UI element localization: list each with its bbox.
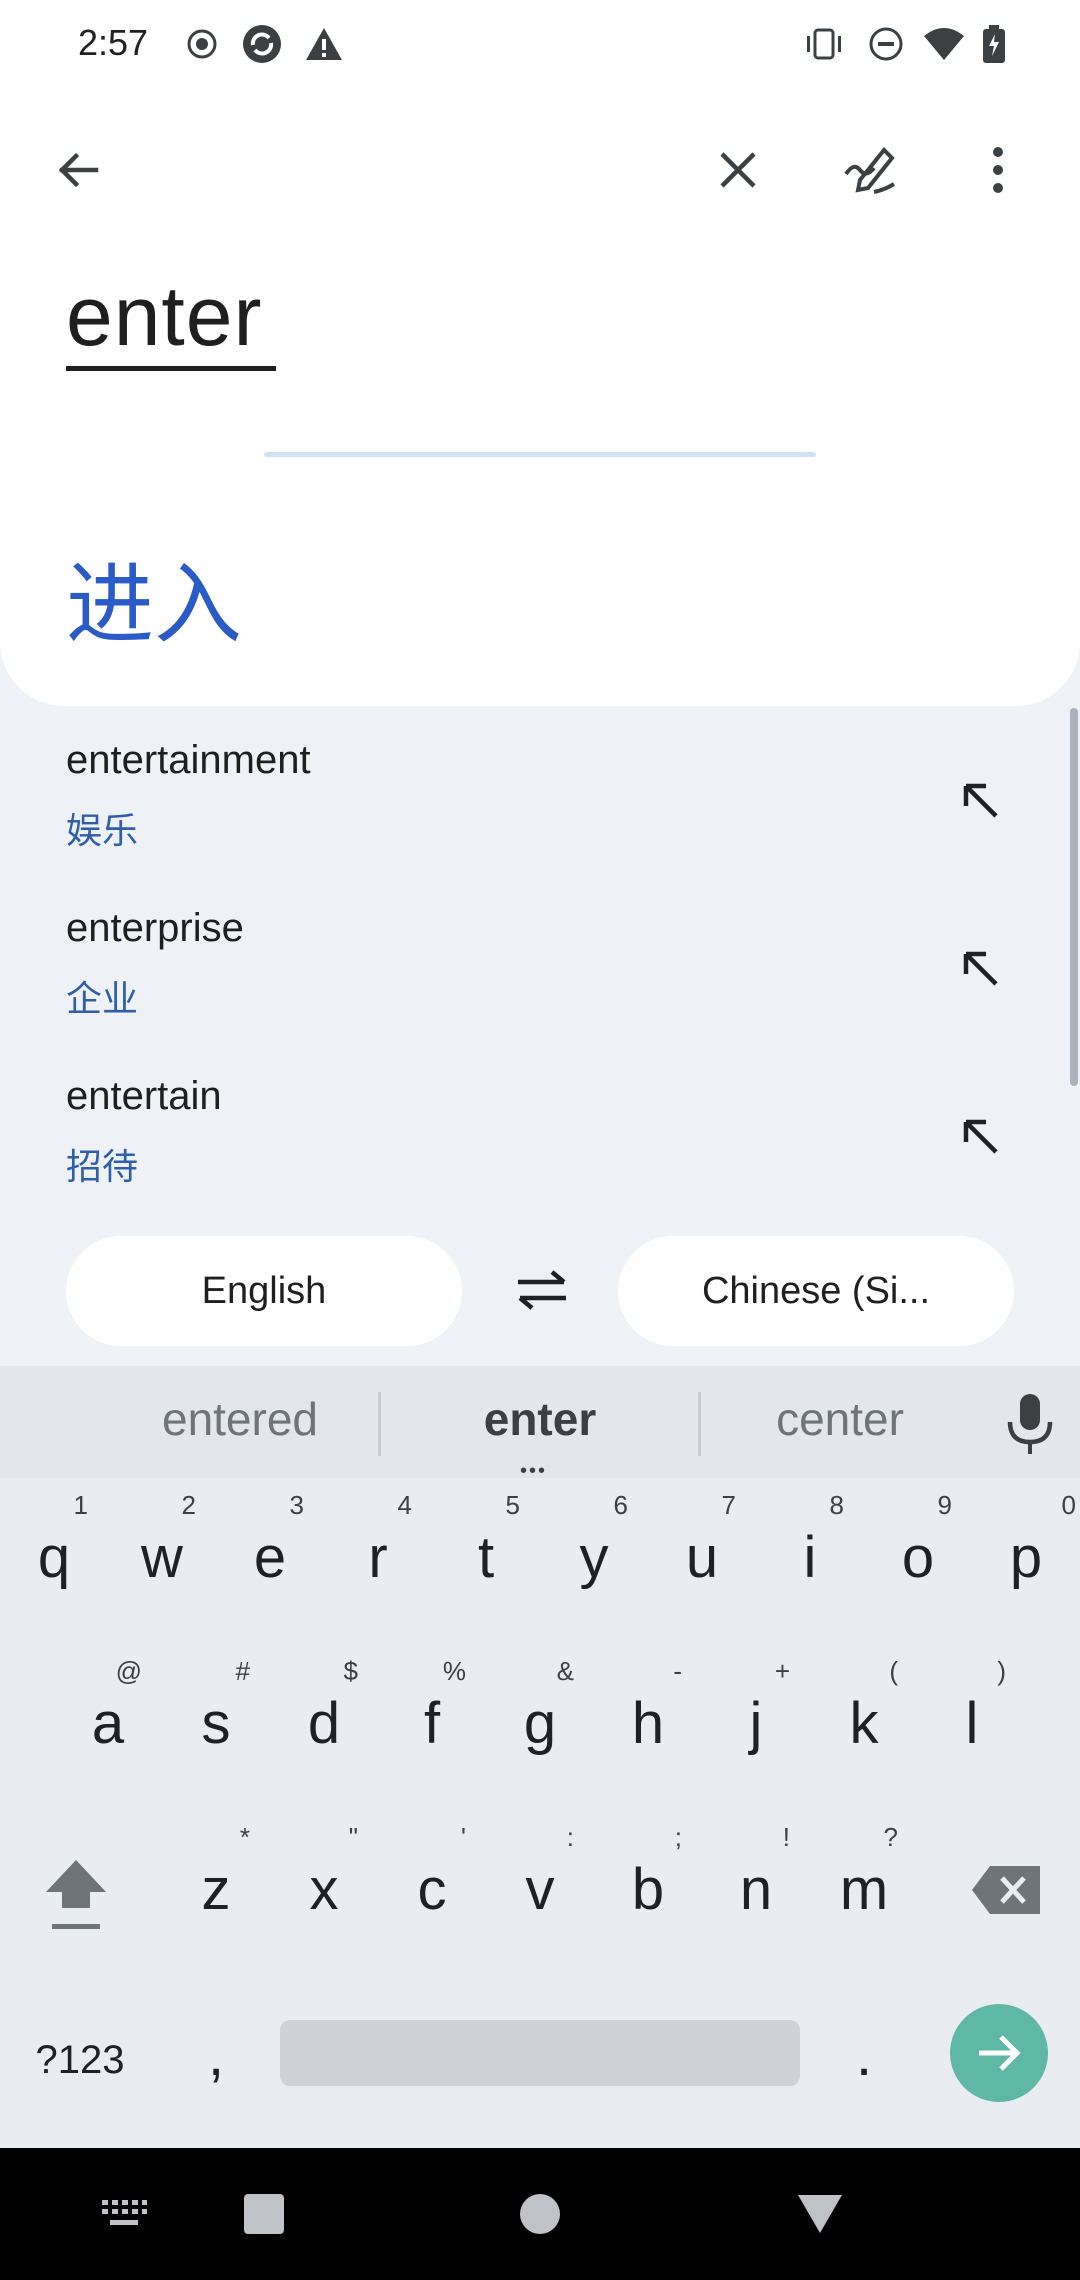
clear-button[interactable] <box>690 122 786 218</box>
enter-key[interactable] <box>950 2004 1048 2102</box>
divider-line <box>264 452 816 457</box>
suggestion-translation: 娱乐 <box>66 811 139 852</box>
shift-icon <box>46 1860 106 1929</box>
more-options-button[interactable] <box>950 122 1046 218</box>
back-icon <box>58 152 99 188</box>
vibrate-icon <box>802 22 846 66</box>
handwriting-icon <box>844 147 896 194</box>
dnd-icon <box>864 22 908 66</box>
arrow-up-left-icon <box>963 951 998 986</box>
home-button[interactable] <box>512 2186 568 2242</box>
key-m[interactable]: m? <box>814 1810 914 1950</box>
key-d[interactable]: d $ <box>274 1644 374 1784</box>
status-time: 2:57 <box>78 22 149 63</box>
back-nav-icon <box>798 2195 842 2233</box>
arrow-right-icon <box>979 2035 1021 2071</box>
key-l[interactable]: l) <box>922 1644 1022 1784</box>
back-button[interactable] <box>30 122 126 218</box>
nav-back-button[interactable] <box>792 2186 848 2242</box>
suggestion-word: enterprise <box>66 906 244 950</box>
strip-divider <box>378 1392 381 1456</box>
voice-input-button[interactable] <box>1002 1392 1058 1456</box>
key-r[interactable]: r4 <box>328 1478 428 1618</box>
swap-languages-button[interactable] <box>500 1248 584 1332</box>
key-z[interactable]: z * <box>166 1810 266 1950</box>
comma-key[interactable]: , <box>166 1976 266 2116</box>
suggestion-translation: 企业 <box>66 979 139 1020</box>
handwriting-button[interactable] <box>822 122 918 218</box>
fill-suggestion-button[interactable] <box>940 928 1020 1008</box>
suggestion-word: entertainment <box>66 738 311 782</box>
home-icon <box>520 2194 560 2234</box>
status-bar: 2:57 <box>0 0 1080 88</box>
key-a[interactable]: a @ <box>58 1644 158 1784</box>
fill-suggestion-button[interactable] <box>940 1096 1020 1176</box>
key-h[interactable]: h- <box>598 1644 698 1784</box>
key-e[interactable]: e3 <box>220 1478 320 1618</box>
keyboard: entered enter ••• center q1 w2 e3 r4 t5 … <box>0 1366 1080 2148</box>
key-b[interactable]: b; <box>598 1810 698 1950</box>
period-key[interactable]: . <box>814 1976 914 2116</box>
sync-icon <box>240 22 284 66</box>
record-icon <box>180 22 224 66</box>
mic-icon <box>1007 1394 1053 1454</box>
key-o[interactable]: o9 <box>868 1478 968 1618</box>
key-f[interactable]: f% <box>382 1644 482 1784</box>
key-j[interactable]: j + <box>706 1644 806 1784</box>
symbols-key[interactable]: ?123 <box>20 1976 140 2116</box>
suggestion-item[interactable]: enterprise 企业 <box>0 880 1080 1048</box>
suggestion-item[interactable]: entertainment 娱乐 <box>0 712 1080 880</box>
wifi-icon <box>922 22 966 66</box>
source-input[interactable]: enter <box>66 268 262 365</box>
scrollbar[interactable] <box>1070 708 1078 1086</box>
key-x[interactable]: x " <box>274 1810 374 1950</box>
key-g[interactable]: g & <box>490 1644 590 1784</box>
warning-icon <box>302 22 346 66</box>
strip-divider <box>698 1392 701 1456</box>
suggestion-translation: 招待 <box>66 1147 139 1188</box>
shift-key[interactable] <box>26 1810 126 1950</box>
close-icon <box>720 152 756 188</box>
keyboard-suggestion[interactable]: center <box>720 1392 960 1446</box>
backspace-key[interactable] <box>956 1810 1056 1950</box>
space-bar[interactable] <box>280 2020 800 2086</box>
key-n[interactable]: n! <box>706 1810 806 1950</box>
key-c[interactable]: c ' <box>382 1810 482 1950</box>
key-y[interactable]: y6 <box>544 1478 644 1618</box>
source-language-button[interactable]: English <box>66 1236 462 1346</box>
recents-icon <box>244 2194 284 2234</box>
more-icon <box>993 147 1003 193</box>
key-u[interactable]: u7 <box>652 1478 752 1618</box>
fill-suggestion-button[interactable] <box>940 760 1020 840</box>
keyboard-switch-button[interactable] <box>96 2186 152 2242</box>
key-k[interactable]: k( <box>814 1644 914 1784</box>
key-q[interactable]: q1 <box>4 1478 104 1618</box>
arrow-up-left-icon <box>963 1119 998 1154</box>
swap-icon <box>518 1270 566 1310</box>
arrow-up-left-icon <box>963 783 998 818</box>
suggestion-item[interactable]: entertain 招待 <box>0 1048 1080 1216</box>
keyboard-suggestion[interactable]: enter <box>420 1392 660 1446</box>
input-underline <box>66 366 276 371</box>
backspace-icon <box>972 1866 1040 1914</box>
key-t[interactable]: t5 <box>436 1478 536 1618</box>
navigation-bar <box>0 2148 1080 2280</box>
app-bar <box>0 110 1080 230</box>
recents-button[interactable] <box>236 2186 292 2242</box>
keyboard-suggestion[interactable]: entered <box>120 1392 360 1446</box>
key-w[interactable]: w2 <box>112 1478 212 1618</box>
key-v[interactable]: v: <box>490 1810 590 1950</box>
keyboard-switch-icon <box>102 2200 147 2225</box>
target-language-button[interactable]: Chinese (Si... <box>618 1236 1014 1346</box>
keyboard-suggestion-strip: entered enter ••• center <box>0 1366 1080 1482</box>
battery-icon <box>972 22 1016 66</box>
key-s[interactable]: s # <box>166 1644 266 1784</box>
suggestion-word: entertain <box>66 1074 222 1118</box>
translation-result[interactable]: 进入 <box>66 534 242 661</box>
key-i[interactable]: i8 <box>760 1478 860 1618</box>
key-p[interactable]: p0 <box>976 1478 1076 1618</box>
